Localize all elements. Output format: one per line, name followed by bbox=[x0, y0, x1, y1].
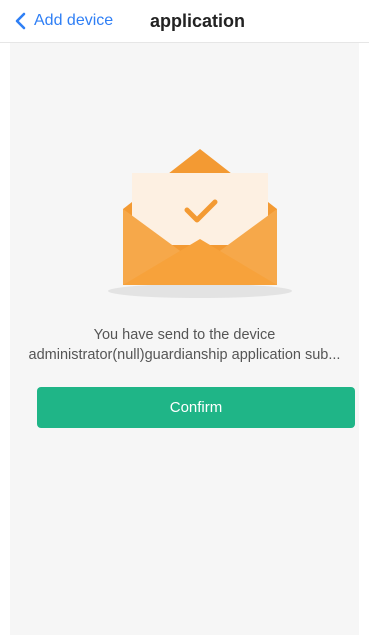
status-message: You have send to the device administrato… bbox=[10, 325, 359, 365]
back-button[interactable]: Add device bbox=[14, 9, 113, 33]
confirm-button[interactable]: Confirm bbox=[37, 387, 355, 428]
envelope-check-icon bbox=[105, 143, 295, 303]
chevron-left-icon bbox=[14, 12, 28, 30]
content-area: You have send to the device administrato… bbox=[10, 43, 359, 635]
message-line-1: You have send to the device bbox=[93, 327, 276, 343]
page-title: application bbox=[150, 11, 246, 31]
navigation-bar: Add device application bbox=[0, 0, 369, 43]
envelope-shadow bbox=[108, 284, 292, 298]
message-line-2: administrator(null)guardianship applicat… bbox=[28, 347, 341, 363]
back-label: Add device bbox=[34, 12, 114, 29]
